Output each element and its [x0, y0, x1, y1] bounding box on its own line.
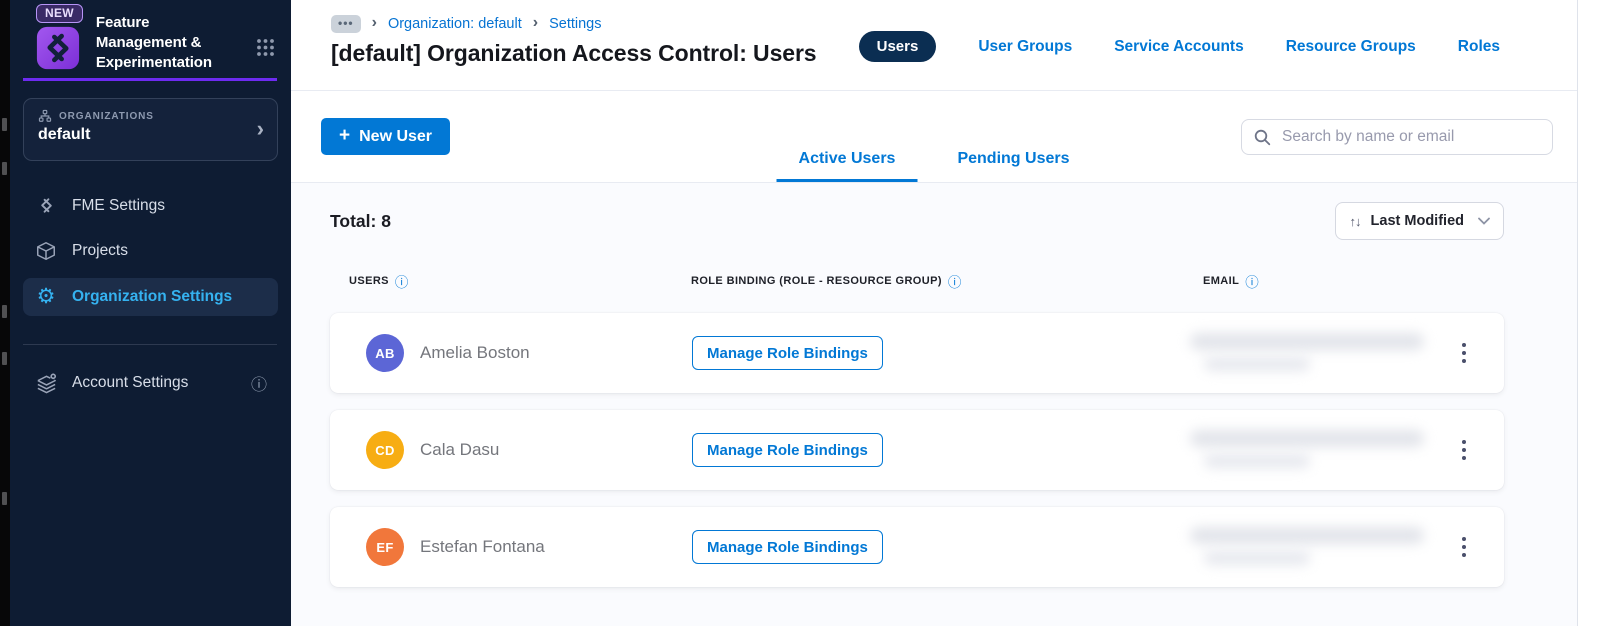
- app-grid-icon[interactable]: [256, 38, 275, 73]
- background-artifact: [2, 352, 7, 365]
- manage-role-bindings-button[interactable]: Manage Role Bindings: [692, 433, 883, 467]
- org-selector-label: ORGANIZATIONS: [59, 110, 154, 122]
- table-row: EF Estefan Fontana Manage Role Bindings: [330, 507, 1504, 587]
- chevron-right-icon: ›: [532, 14, 539, 31]
- email-redacted: [1190, 425, 1446, 475]
- sidebar-item-label: Account Settings: [72, 374, 189, 392]
- sidebar-item-organization-settings[interactable]: ⚙ Organization Settings: [23, 278, 278, 317]
- sort-dropdown-label: Last Modified: [1370, 213, 1464, 229]
- app-title: Feature Management & Experimentation: [95, 14, 212, 72]
- sidebar: NEW Feature Management & Experimentation: [10, 0, 291, 626]
- kebab-menu-icon[interactable]: [1446, 435, 1482, 466]
- organization-selector[interactable]: ORGANIZATIONS default ›: [23, 98, 278, 162]
- search-box[interactable]: [1241, 119, 1553, 155]
- info-icon[interactable]: ⓘ: [948, 271, 962, 291]
- manage-role-bindings-button[interactable]: Manage Role Bindings: [692, 530, 883, 564]
- user-name: Amelia Boston: [420, 343, 530, 362]
- manage-role-bindings-button[interactable]: Manage Role Bindings: [692, 336, 883, 370]
- sort-dropdown[interactable]: ↑↓ Last Modified: [1334, 202, 1504, 240]
- sidebar-item-label: FME Settings: [72, 196, 166, 214]
- main-panel: ••• › Organization: default › Settings […: [291, 0, 1578, 626]
- sidebar-menu: FME Settings Projects ⚙ Organization Set…: [10, 187, 291, 317]
- table-row: AB Amelia Boston Manage Role Bindings: [330, 313, 1504, 393]
- sidebar-header: NEW Feature Management & Experimentation: [10, 0, 291, 73]
- tab-user-groups[interactable]: User Groups: [978, 38, 1072, 56]
- chevron-right-icon: ›: [371, 14, 377, 31]
- column-email: EMAIL: [1203, 275, 1240, 287]
- breadcrumb-ellipsis[interactable]: •••: [331, 15, 361, 33]
- tab-roles[interactable]: Roles: [1458, 38, 1500, 56]
- tab-service-accounts[interactable]: Service Accounts: [1114, 38, 1244, 56]
- info-icon[interactable]: ⓘ: [395, 271, 409, 291]
- email-redacted: [1190, 522, 1446, 572]
- background-artifact: [2, 162, 7, 175]
- tab-resource-groups[interactable]: Resource Groups: [1286, 38, 1416, 56]
- sidebar-item-projects[interactable]: Projects: [23, 233, 278, 269]
- chevron-right-icon: ›: [256, 115, 264, 141]
- table-header-row: USERS ⓘ ROLE BINDING (ROLE - RESOURCE GRO…: [330, 271, 1504, 291]
- org-selector-value: default: [38, 126, 91, 144]
- info-icon[interactable]: ⓘ: [1245, 271, 1259, 291]
- background-artifact: [2, 492, 7, 505]
- access-control-nav: Users User Groups Service Accounts Resou…: [858, 31, 1500, 62]
- background-artifact: [2, 118, 7, 131]
- user-name: Cala Dasu: [420, 440, 500, 459]
- background-window-edge: [0, 0, 10, 626]
- sort-icon: ↑↓: [1349, 213, 1362, 229]
- email-redacted: [1190, 328, 1446, 378]
- user-state-tabs: Active Users Pending Users: [776, 150, 1092, 182]
- sidebar-item-label: Projects: [72, 242, 128, 260]
- users-list-section: Total: 8 ↑↓ Last Modified USERS ⓘ ROLE BI…: [291, 183, 1577, 626]
- new-user-button[interactable]: + New User: [321, 118, 451, 155]
- user-rows: AB Amelia Boston Manage Role Bindings CD…: [330, 313, 1504, 587]
- avatar: CD: [366, 431, 404, 469]
- cube-icon: [34, 240, 58, 262]
- table-row: CD Cala Dasu Manage Role Bindings: [330, 410, 1504, 490]
- kebab-menu-icon[interactable]: [1446, 532, 1482, 563]
- sidebar-item-fme-settings[interactable]: FME Settings: [23, 187, 278, 224]
- avatar: EF: [366, 528, 404, 566]
- new-badge: NEW: [36, 4, 83, 23]
- fme-logo-icon: [36, 26, 80, 70]
- info-icon[interactable]: ⓘ: [251, 371, 267, 395]
- sidebar-divider: [23, 344, 277, 346]
- hierarchy-icon: [38, 109, 52, 123]
- avatar: AB: [366, 334, 404, 372]
- layers-gear-icon: [34, 372, 58, 395]
- breadcrumb-link-organization[interactable]: Organization: default: [388, 16, 522, 32]
- background-artifact: [2, 305, 7, 318]
- sidebar-item-label: Organization Settings: [72, 288, 233, 306]
- sidebar-item-account-settings[interactable]: Account Settings ⓘ: [23, 364, 278, 402]
- search-input[interactable]: [1280, 127, 1540, 147]
- page-header: ••• › Organization: default › Settings […: [291, 0, 1577, 91]
- user-name: Estefan Fontana: [420, 537, 545, 556]
- new-user-button-label: New User: [359, 127, 433, 145]
- fme-settings-icon: [34, 194, 58, 217]
- app-window: NEW Feature Management & Experimentation: [0, 0, 1600, 626]
- window-right-margin: [1578, 0, 1600, 626]
- plus-icon: +: [339, 124, 351, 146]
- tab-users[interactable]: Users: [858, 31, 937, 62]
- tab-pending-users[interactable]: Pending Users: [935, 150, 1091, 182]
- brand-divider: [23, 78, 277, 82]
- toolbar: + New User Active Users Pending Users: [291, 91, 1577, 183]
- column-role-binding: ROLE BINDING (ROLE - RESOURCE GROUP): [691, 275, 942, 287]
- tab-active-users[interactable]: Active Users: [776, 150, 918, 182]
- chevron-down-icon: [1478, 217, 1490, 225]
- column-users: USERS: [349, 275, 389, 287]
- breadcrumb-link-settings[interactable]: Settings: [549, 16, 601, 32]
- search-icon: [1254, 129, 1271, 146]
- kebab-menu-icon[interactable]: [1446, 338, 1482, 369]
- total-count: Total: 8: [330, 210, 391, 231]
